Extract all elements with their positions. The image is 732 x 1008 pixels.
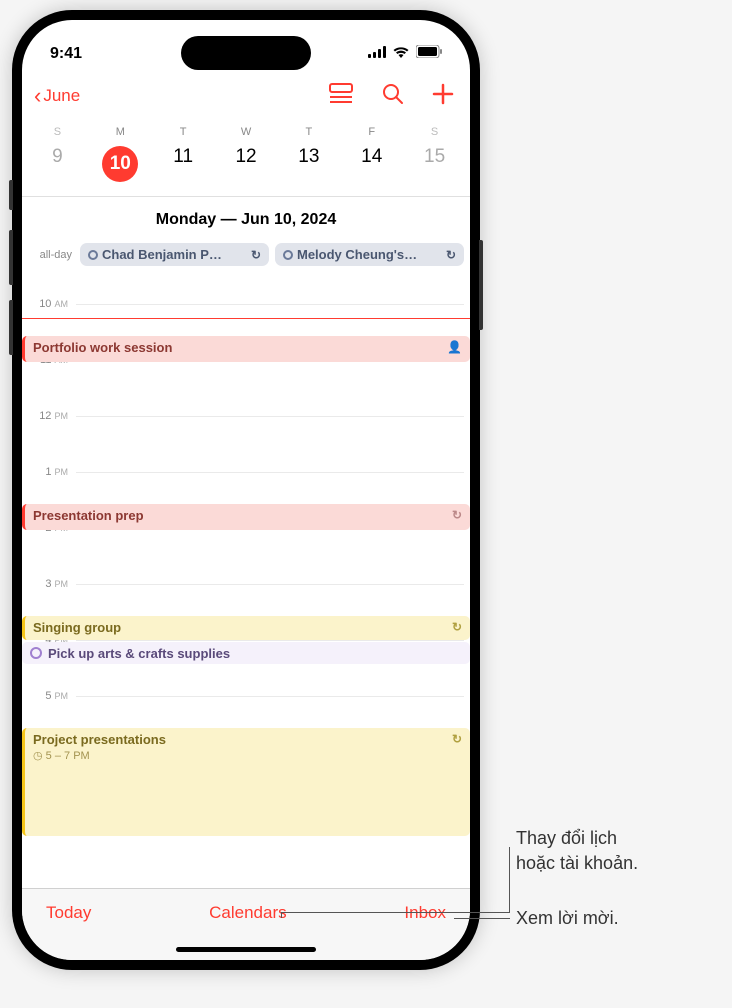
nav-bar: ‹ June bbox=[22, 74, 470, 118]
people-icon: 👤 bbox=[447, 340, 462, 354]
callout-view-invite: Xem lời mời. bbox=[516, 906, 619, 931]
repeat-icon: ↻ bbox=[446, 248, 456, 262]
circle-icon bbox=[283, 250, 293, 260]
circle-icon bbox=[30, 647, 42, 659]
day-col-tue[interactable]: T 11 bbox=[152, 126, 215, 182]
week-header: S 9 M 10 T 11 W 12 T 13 F 14 bbox=[22, 118, 470, 186]
circle-icon bbox=[88, 250, 98, 260]
event-project[interactable]: Project presentations ↻ ◷ 5 – 7 PM bbox=[22, 728, 470, 836]
allday-row: all-day Chad Benjamin P… ↻ Melody Cheung… bbox=[22, 243, 470, 274]
repeat-icon: ↻ bbox=[251, 248, 261, 262]
chevron-left-icon: ‹ bbox=[34, 83, 41, 109]
callout-change-calendar: Thay đổi lịch hoặc tài khoản. bbox=[516, 826, 638, 876]
calendars-button[interactable]: Calendars bbox=[209, 903, 287, 923]
wifi-icon bbox=[392, 45, 410, 63]
search-icon[interactable] bbox=[382, 83, 404, 110]
day-col-thu[interactable]: T 13 bbox=[277, 126, 340, 182]
now-indicator: 9:41 bbox=[22, 318, 470, 319]
day-col-wed[interactable]: W 12 bbox=[215, 126, 278, 182]
day-col-fri[interactable]: F 14 bbox=[340, 126, 403, 182]
allday-label: all-day bbox=[28, 249, 72, 261]
day-col-mon[interactable]: M 10 bbox=[89, 126, 152, 182]
add-icon[interactable] bbox=[432, 83, 454, 110]
notch bbox=[181, 36, 311, 70]
signal-icon bbox=[368, 45, 386, 63]
day-col-sat[interactable]: S 15 bbox=[403, 126, 466, 182]
list-view-icon[interactable] bbox=[328, 83, 354, 110]
event-portfolio[interactable]: Portfolio work session 👤 bbox=[22, 336, 470, 362]
status-time: 9:41 bbox=[50, 45, 82, 63]
day-col-sun[interactable]: S 9 bbox=[26, 126, 89, 182]
back-label: June bbox=[43, 86, 80, 106]
event-presentation[interactable]: Presentation prep ↻ bbox=[22, 504, 470, 530]
allday-event[interactable]: Chad Benjamin P… ↻ bbox=[80, 243, 269, 266]
event-singing[interactable]: Singing group ↻ bbox=[22, 616, 470, 640]
today-button[interactable]: Today bbox=[46, 903, 91, 923]
clock-icon: ◷ bbox=[33, 750, 43, 762]
repeat-icon: ↻ bbox=[452, 732, 462, 746]
battery-icon bbox=[416, 45, 442, 63]
allday-event[interactable]: Melody Cheung's… ↻ bbox=[275, 243, 464, 266]
event-pickup[interactable]: Pick up arts & crafts supplies bbox=[22, 642, 470, 664]
phone-frame: 9:41 ‹ June bbox=[12, 10, 480, 970]
back-button[interactable]: ‹ June bbox=[34, 83, 80, 109]
repeat-icon: ↻ bbox=[452, 620, 462, 634]
timeline[interactable]: 9:41 10 AM 11 AM 12 PM 1 PM 2 PM 3 PM 4 … bbox=[22, 304, 470, 864]
home-indicator[interactable] bbox=[176, 947, 316, 952]
repeat-icon: ↻ bbox=[452, 508, 462, 522]
date-header: Monday — Jun 10, 2024 bbox=[22, 197, 470, 243]
inbox-button[interactable]: Inbox bbox=[404, 903, 446, 923]
